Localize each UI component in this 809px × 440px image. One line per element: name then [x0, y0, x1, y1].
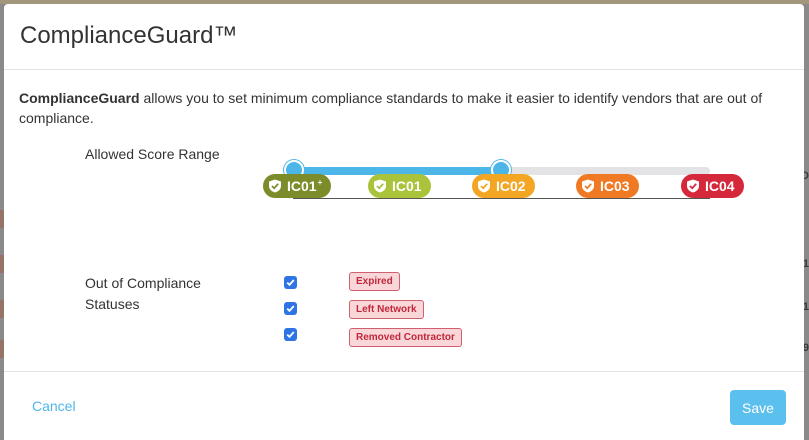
level-badge-sup: + [317, 177, 323, 187]
slider-tick-axis [293, 198, 710, 199]
out-of-compliance-label-line2: Statuses [85, 296, 140, 312]
level-badge-ic01-plus[interactable]: IC01 + [263, 174, 332, 198]
save-button[interactable]: Save [730, 390, 786, 425]
status-tag-left-network: Left Network [349, 300, 424, 319]
intro-text: ComplianceGuard allows you to set minimu… [19, 88, 789, 128]
shield-check-icon [582, 179, 594, 193]
modal-body: ComplianceGuard allows you to set minimu… [4, 70, 804, 371]
status-checkbox-left-network[interactable] [284, 302, 297, 315]
level-badge-ic03[interactable]: IC03 [576, 174, 639, 198]
level-badge-label: IC04 [705, 178, 735, 194]
cancel-button[interactable]: Cancel [32, 398, 76, 414]
shield-check-icon [269, 179, 281, 193]
intro-brand: ComplianceGuard [19, 90, 140, 106]
level-badge-ic01[interactable]: IC01 [368, 174, 431, 198]
status-checkbox-expired[interactable] [284, 276, 297, 289]
compliance-guard-modal: ComplianceGuard™ ComplianceGuard allows … [4, 4, 804, 440]
level-badge-label: IC01 [392, 178, 422, 194]
checkmark-icon [286, 279, 295, 287]
level-badge-label: IC03 [600, 178, 630, 194]
modal-title: ComplianceGuard™ [20, 22, 238, 49]
shield-check-icon [374, 179, 386, 193]
level-badge-ic02[interactable]: IC02 [472, 174, 535, 198]
modal-footer: Cancel Save [4, 371, 804, 440]
out-of-compliance-label: Out of Compliance Statuses [85, 273, 201, 315]
level-badge-label: IC01 [287, 178, 317, 194]
shield-check-icon [687, 179, 699, 193]
shield-check-icon [478, 179, 490, 193]
modal-header: ComplianceGuard™ [4, 4, 804, 70]
checkmark-icon [286, 305, 295, 313]
status-checkbox-removed-contractor[interactable] [284, 328, 297, 341]
status-tag-expired: Expired [349, 272, 400, 291]
out-of-compliance-label-line1: Out of Compliance [85, 275, 201, 291]
checkmark-icon [286, 331, 295, 339]
level-badge-ic04[interactable]: IC04 [681, 174, 744, 198]
score-range-label: Allowed Score Range [85, 146, 220, 162]
level-badge-label: IC02 [496, 178, 526, 194]
status-tag-removed-contractor: Removed Contractor [349, 328, 462, 347]
